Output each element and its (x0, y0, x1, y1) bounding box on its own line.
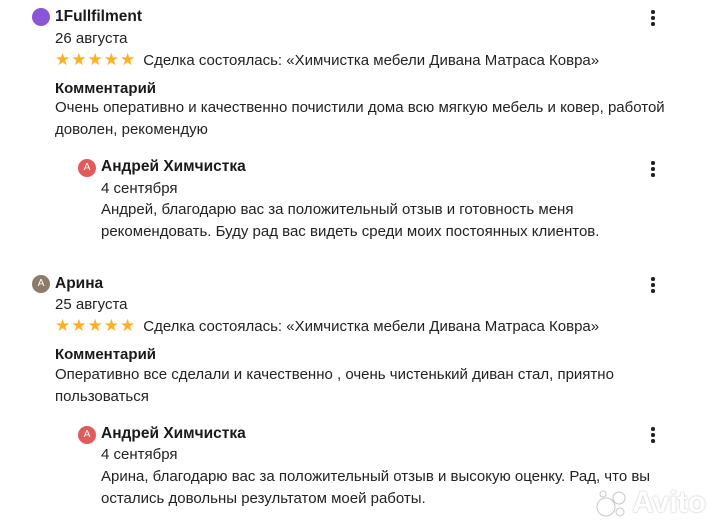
more-options-button[interactable] (643, 158, 663, 180)
avatar[interactable]: А (78, 159, 96, 177)
rating-stars: ★ ★ ★ ★ ★ (55, 49, 136, 70)
star-icon: ★ (71, 315, 87, 336)
watermark-text: Avito (632, 486, 706, 519)
comment-label: Комментарий (55, 80, 157, 97)
comment-text: Оперативно все сделали и качественно , о… (55, 366, 614, 405)
reply-date: 4 сентября (101, 180, 178, 197)
more-options-button[interactable] (643, 424, 663, 446)
reply-author[interactable]: Андрей Химчистка (101, 158, 246, 176)
star-icon: ★ (120, 315, 136, 336)
deal-status: Сделка состоялась: «Химчистка мебели Див… (143, 51, 600, 69)
avatar[interactable]: А (32, 275, 50, 293)
review-date: 26 августа (55, 30, 128, 47)
review-author[interactable]: 1Fullfilment (55, 8, 142, 26)
more-options-button[interactable] (643, 274, 663, 296)
review-date: 25 августа (55, 296, 128, 313)
reply-date: 4 сентября (101, 446, 178, 463)
reply-text: Арина, благодарю вас за положительный от… (101, 468, 651, 507)
star-icon: ★ (120, 49, 136, 70)
more-options-button[interactable] (643, 7, 663, 29)
star-icon: ★ (87, 49, 103, 70)
review-author[interactable]: Арина (55, 275, 103, 293)
avito-logo-icon (596, 490, 626, 517)
reply-text: Андрей, благодарю вас за положительный о… (101, 201, 600, 240)
star-icon: ★ (87, 315, 103, 336)
star-icon: ★ (55, 315, 71, 336)
comment-label: Комментарий (55, 346, 157, 363)
avito-watermark: Avito (594, 486, 706, 520)
avatar[interactable]: А (78, 426, 96, 444)
star-icon: ★ (71, 49, 87, 70)
star-icon: ★ (55, 49, 71, 70)
avatar[interactable] (32, 8, 50, 26)
rating-row: ★ ★ ★ ★ ★ Сделка состоялась: «Химчистка … (55, 316, 599, 336)
star-icon: ★ (103, 49, 119, 70)
star-icon: ★ (103, 315, 119, 336)
rating-stars: ★ ★ ★ ★ ★ (55, 315, 136, 336)
rating-row: ★ ★ ★ ★ ★ Сделка состоялась: «Химчистка … (55, 50, 599, 70)
comment-text: Очень оперативно и качественно почистили… (55, 99, 665, 138)
reply-author[interactable]: Андрей Химчистка (101, 425, 246, 443)
deal-status: Сделка состоялась: «Химчистка мебели Див… (143, 317, 600, 335)
